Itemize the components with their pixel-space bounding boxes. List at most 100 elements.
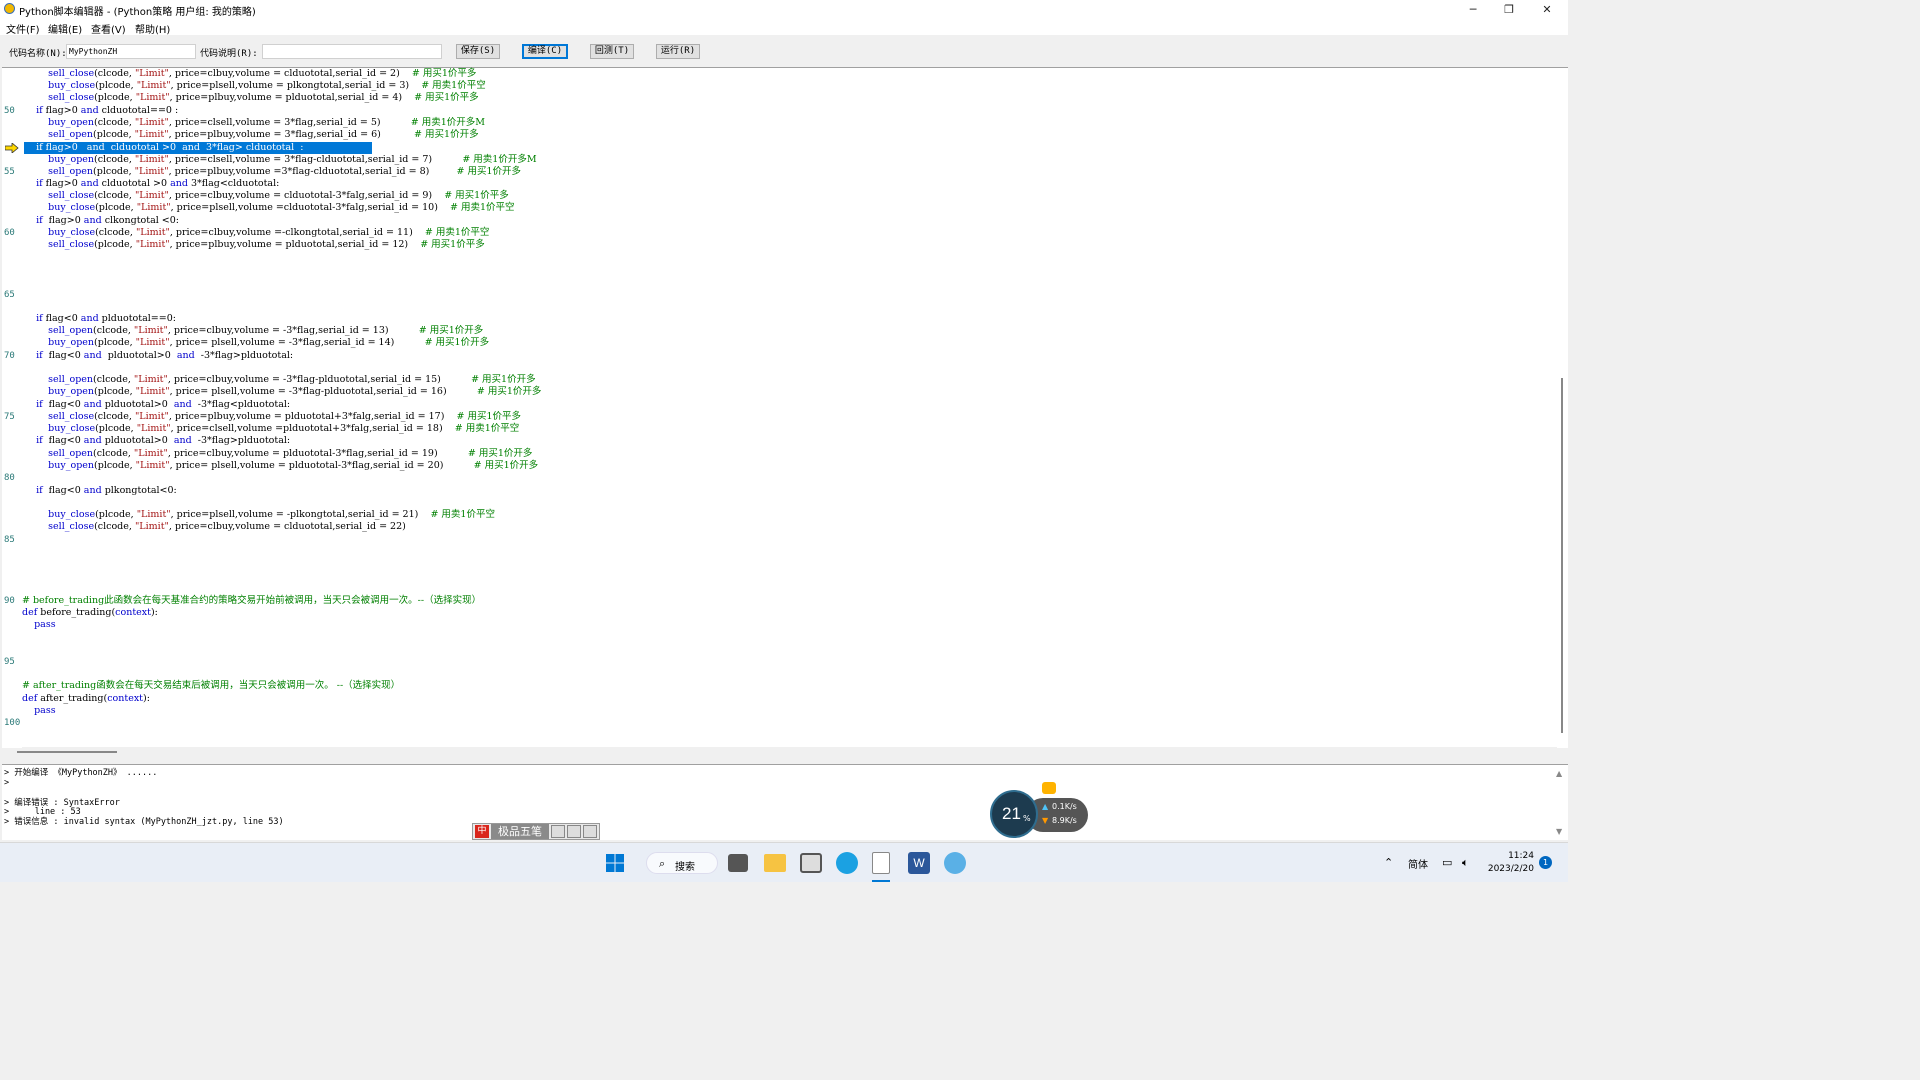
upload-arrow-icon: ▲ — [1042, 802, 1049, 811]
network-icon[interactable]: ▭ — [1442, 856, 1452, 869]
error-code-line: if flag>0 and clduototal >0 and 3*flag> … — [24, 142, 304, 153]
maximize-button[interactable]: ❐ — [1492, 0, 1526, 19]
taskbar: ⌕ 搜索 W ⌃ 简体 ▭ 🔈︎ 11:24 2023/2/20 1 — [0, 842, 1568, 882]
menu-view[interactable]: 查看(V) — [91, 21, 126, 36]
code-line: pass — [22, 705, 56, 716]
input-language-indicator[interactable]: 简体 — [1408, 856, 1428, 871]
code-line: sell_open(clcode, "Limit", price=clbuy,v… — [48, 325, 484, 336]
code-line: def before_trading(context): — [22, 607, 158, 618]
code-comment: # before_trading此函数会在每天基准合约的策略交易开始前被调用，当… — [22, 595, 482, 606]
code-line: sell_open(plcode, "Limit", price=plbuy,v… — [48, 166, 522, 177]
clock-time[interactable]: 11:24 — [1486, 851, 1534, 861]
code-line: def after_trading(context): — [22, 693, 150, 704]
code-line: buy_open(plcode, "Limit", price= plsell,… — [48, 386, 542, 397]
code-line: sell_close(clcode, "Limit", price=plbuy,… — [48, 411, 522, 422]
code-line: if flag>0 and clkongtotal <0: — [24, 215, 180, 226]
code-line: if flag>0 and clduototal==0 : — [24, 105, 179, 116]
menu-edit[interactable]: 编辑(E) — [48, 21, 82, 36]
ime-toolbar[interactable]: 中 极品五笔 — [472, 823, 600, 840]
microsoft-store-icon[interactable] — [800, 853, 822, 873]
output-line: > line : 53 — [4, 807, 81, 817]
code-line: buy_open(plcode, "Limit", price= plsell,… — [48, 460, 539, 471]
ime-option-button[interactable] — [583, 825, 597, 838]
line-number: 75 — [4, 412, 15, 422]
notification-badge[interactable]: 1 — [1539, 856, 1552, 869]
crown-icon — [1042, 782, 1056, 794]
active-app-indicator — [872, 880, 890, 882]
task-view-icon[interactable] — [728, 854, 748, 872]
edge-browser-icon[interactable] — [836, 852, 858, 874]
code-desc-input[interactable] — [262, 44, 442, 59]
search-label: 搜索 — [675, 862, 695, 873]
current-line-arrow-icon — [5, 143, 19, 153]
line-number: 80 — [4, 473, 15, 483]
line-number: 95 — [4, 657, 15, 667]
ime-mode-icon[interactable]: 中 — [475, 825, 489, 838]
title-bar: Python脚本编辑器 - (Python策略 用户组: 我的策略) ─ ❐ ✕ — [0, 0, 1568, 19]
close-button[interactable]: ✕ — [1530, 0, 1564, 19]
code-comment: # after_trading函数会在每天交易结束后被调用，当天只会被调用一次。… — [22, 680, 401, 691]
code-line: sell_open(plcode, "Limit", price=plbuy,v… — [48, 129, 479, 140]
code-editor[interactable]: 50 55 60 65 70 75 80 85 90 95 100 sell_c… — [2, 67, 1568, 753]
upload-speed: 0.1K/s — [1052, 802, 1077, 811]
output-line: > 错误信息 : invalid syntax (MyPythonZH_jzt.… — [4, 817, 284, 827]
word-icon[interactable]: W — [908, 852, 930, 874]
line-number: 85 — [4, 535, 15, 545]
line-number: 90 — [4, 596, 15, 606]
windows-start-icon[interactable] — [604, 852, 626, 874]
code-line: if flag<0 and plduototal>0 and -3*flag>p… — [24, 350, 294, 361]
download-arrow-icon: ▼ — [1042, 816, 1049, 825]
volume-icon[interactable]: 🔈︎ — [1462, 856, 1469, 870]
code-line: sell_close(plcode, "Limit", price=plbuy,… — [48, 239, 485, 250]
menu-help[interactable]: 帮助(H) — [135, 21, 170, 36]
code-line: sell_open(clcode, "Limit", price=clbuy,v… — [48, 374, 536, 385]
ime-option-button[interactable] — [551, 825, 565, 838]
compile-button[interactable]: 编译(C) — [522, 44, 568, 59]
python-editor-taskbar-icon[interactable] — [944, 852, 966, 874]
tray-overflow-chevron-icon[interactable]: ⌃ — [1384, 856, 1393, 869]
code-line: if flag<0 and plduototal>0 and -3*flag>p… — [24, 435, 291, 446]
line-number: 50 — [4, 106, 15, 116]
window-title: Python脚本编辑器 - (Python策略 用户组: 我的策略) — [19, 7, 256, 18]
file-explorer-icon[interactable] — [764, 854, 786, 872]
toolbar: 代码名称(N): MyPythonZH 代码说明(R): 保存(S) 编译(C)… — [0, 39, 1568, 65]
code-line: sell_open(clcode, "Limit", price=clbuy,v… — [48, 448, 533, 459]
download-speed: 8.9K/s — [1052, 816, 1077, 825]
line-number-gutter: 50 55 60 65 70 75 80 85 90 95 100 — [2, 68, 22, 748]
scroll-up-arrow-icon[interactable]: ▲ — [1556, 769, 1562, 778]
code-line: sell_close(plcode, "Limit", price=plbuy,… — [48, 92, 479, 103]
python-app-icon — [4, 3, 15, 14]
notepad-icon[interactable] — [872, 852, 890, 874]
cpu-value: 21 — [1002, 804, 1021, 823]
code-line: buy_close(plcode, "Limit", price=plsell,… — [48, 80, 486, 91]
code-line: buy_close(plcode, "Limit", price=plsell,… — [48, 202, 515, 213]
code-line: buy_close(clcode, "Limit", price=clbuy,v… — [48, 227, 490, 238]
compile-output-panel: > 开始编译 《MyPythonZH》 ...... > > 编译错误 : Sy… — [2, 764, 1568, 840]
search-icon: ⌕ — [659, 857, 666, 870]
code-line: buy_open(clcode, "Limit", price=clsell,v… — [48, 117, 486, 128]
code-line: if flag>0 and clduototal >0 and 3*flag<c… — [24, 178, 280, 189]
minimize-button[interactable]: ─ — [1456, 0, 1490, 19]
line-number: 60 — [4, 228, 15, 238]
code-line: if flag<0 and plduototal>0 and -3*flag<p… — [24, 399, 291, 410]
code-line: buy_open(clcode, "Limit", price=clsell,v… — [48, 154, 537, 165]
menu-file[interactable]: 文件(F) — [6, 21, 40, 36]
backtest-button[interactable]: 回测(T) — [590, 44, 634, 59]
clock-date[interactable]: 2023/2/20 — [1480, 864, 1534, 874]
system-monitor-widget[interactable]: 21 % ▲ 0.1K/s ▼ 8.9K/s — [990, 782, 1090, 838]
output-line: > — [4, 778, 10, 788]
output-line: > 开始编译 《MyPythonZH》 ...... — [4, 768, 158, 778]
scrollbar-thumb[interactable] — [1561, 378, 1563, 733]
vertical-scrollbar[interactable] — [1557, 68, 1568, 748]
ime-option-button[interactable] — [567, 825, 581, 838]
save-button[interactable]: 保存(S) — [456, 44, 500, 59]
horizontal-scrollbar-thumb[interactable] — [17, 751, 117, 753]
menu-bar: 文件(F) 编辑(E) 查看(V) 帮助(H) — [0, 19, 1568, 36]
code-line: if flag<0 and plkongtotal<0: — [24, 485, 177, 496]
taskbar-search-box[interactable]: ⌕ 搜索 — [646, 852, 718, 874]
code-name-input[interactable]: MyPythonZH — [66, 44, 196, 59]
line-number: 65 — [4, 290, 15, 300]
code-line: buy_close(plcode, "Limit", price=plsell,… — [48, 509, 495, 520]
run-button[interactable]: 运行(R) — [656, 44, 700, 59]
scroll-down-arrow-icon[interactable]: ▼ — [1556, 827, 1562, 836]
